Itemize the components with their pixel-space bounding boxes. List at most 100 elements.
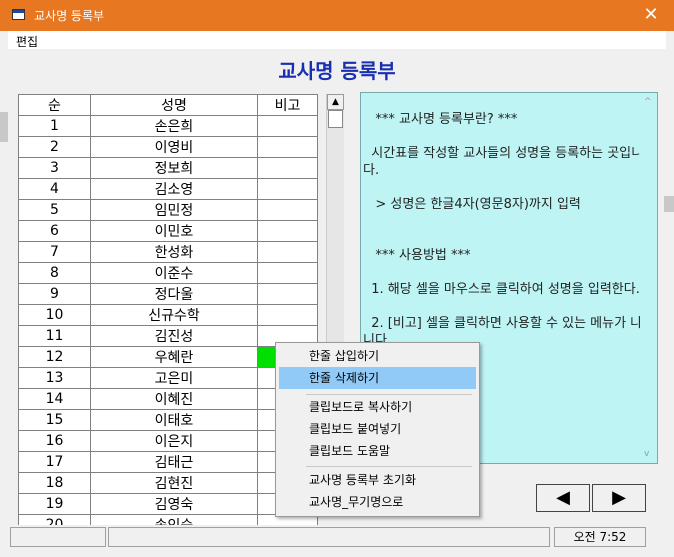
context-menu: 한줄 삽입하기 한줄 삭제하기 클립보드로 복사하기 클립보드 붙여넣기 클립보…: [275, 342, 480, 517]
column-header-name[interactable]: 성명: [90, 94, 258, 116]
note-cell[interactable]: [257, 115, 318, 137]
row-number-cell[interactable]: 5: [18, 199, 91, 221]
teacher-name-cell[interactable]: 고은미: [90, 367, 258, 389]
note-cell[interactable]: [257, 283, 318, 305]
note-cell[interactable]: [257, 199, 318, 221]
note-cell[interactable]: [257, 220, 318, 242]
table-row: 10 신규수학: [18, 304, 318, 326]
teacher-name-cell[interactable]: 김현진: [90, 472, 258, 494]
table-row: 4 김소영: [18, 178, 318, 200]
help-scrollbar[interactable]: ^ v: [640, 93, 657, 463]
teacher-name-cell[interactable]: 이은지: [90, 430, 258, 452]
table-row: 9 정다울: [18, 283, 318, 305]
menu-item-anonymize[interactable]: 교사명_무기명으로: [279, 491, 476, 513]
row-number-cell[interactable]: 10: [18, 304, 91, 326]
background-window-edge: [0, 112, 8, 142]
teacher-name-cell[interactable]: 이민호: [90, 220, 258, 242]
menu-item-delete-row[interactable]: 한줄 삭제하기: [279, 367, 476, 389]
note-cell[interactable]: [257, 157, 318, 179]
page-title: 교사명 등록부: [278, 59, 396, 83]
help-scroll-up-icon[interactable]: ^: [644, 97, 652, 107]
row-number-cell[interactable]: 19: [18, 493, 91, 515]
teacher-name-cell[interactable]: 김영숙: [90, 493, 258, 515]
teacher-name-cell[interactable]: 우혜란: [90, 346, 258, 368]
teacher-name-cell[interactable]: 한성화: [90, 241, 258, 263]
column-header-number[interactable]: 순: [18, 94, 91, 116]
table-row: 17 김태근: [18, 451, 318, 473]
menu-bar: 편집: [8, 31, 666, 49]
teacher-name-cell[interactable]: 이준수: [90, 262, 258, 284]
menu-item-clipboard-help[interactable]: 클립보드 도움말: [279, 440, 476, 462]
teacher-name-cell[interactable]: 김태근: [90, 451, 258, 473]
table-row: 5 임민정: [18, 199, 318, 221]
table-row: 2 이영비: [18, 136, 318, 158]
table-row: 7 한성화: [18, 241, 318, 263]
note-cell[interactable]: [257, 262, 318, 284]
close-button[interactable]: ✕: [636, 2, 666, 28]
row-number-cell[interactable]: 6: [18, 220, 91, 242]
teacher-name-cell[interactable]: 이혜진: [90, 388, 258, 410]
table-row: 12 우혜란: [18, 346, 318, 368]
table-row: 11 김진성: [18, 325, 318, 347]
window-icon: [12, 9, 25, 20]
row-number-cell[interactable]: 8: [18, 262, 91, 284]
table-row: 6 이민호: [18, 220, 318, 242]
row-number-cell[interactable]: 18: [18, 472, 91, 494]
row-number-cell[interactable]: 7: [18, 241, 91, 263]
row-number-cell[interactable]: 1: [18, 115, 91, 137]
background-window-edge: [664, 196, 674, 212]
scroll-thumb[interactable]: [328, 110, 343, 128]
note-cell[interactable]: [257, 304, 318, 326]
teacher-name-cell[interactable]: 김진성: [90, 325, 258, 347]
note-cell[interactable]: [257, 178, 318, 200]
row-number-cell[interactable]: 11: [18, 325, 91, 347]
help-scroll-down-icon[interactable]: v: [644, 449, 649, 459]
row-number-cell[interactable]: 15: [18, 409, 91, 431]
menu-separator: [306, 466, 472, 467]
row-number-cell[interactable]: 13: [18, 367, 91, 389]
teacher-name-cell[interactable]: 신규수학: [90, 304, 258, 326]
teacher-name-cell[interactable]: 임민정: [90, 199, 258, 221]
menu-separator: [306, 394, 472, 395]
teacher-name-cell[interactable]: 김소영: [90, 178, 258, 200]
column-header-note[interactable]: 비고: [257, 94, 318, 116]
teacher-name-cell[interactable]: 정보희: [90, 157, 258, 179]
row-number-cell[interactable]: 4: [18, 178, 91, 200]
scroll-up-arrow-icon[interactable]: ▲: [327, 94, 344, 110]
teacher-name-cell[interactable]: 이영비: [90, 136, 258, 158]
status-pane-2: [108, 527, 550, 547]
prev-button[interactable]: ◀: [536, 484, 590, 512]
row-number-cell[interactable]: 17: [18, 451, 91, 473]
teacher-grid: 순 성명 비고 1 손은희 2 이영비 3 정보희 4 김소영 5 임민정 6 이민호 7 한성화 8 이준수…: [18, 94, 318, 536]
table-row: 16 이은지: [18, 430, 318, 452]
menu-edit[interactable]: 편집: [16, 33, 38, 50]
menu-item-copy-clipboard[interactable]: 클립보드로 복사하기: [279, 396, 476, 418]
table-row: 8 이준수: [18, 262, 318, 284]
row-number-cell[interactable]: 16: [18, 430, 91, 452]
window-title: 교사명 등록부: [34, 9, 105, 23]
menu-item-paste-clipboard[interactable]: 클립보드 붙여넣기: [279, 418, 476, 440]
menu-item-reset-register[interactable]: 교사명 등록부 초기화: [279, 469, 476, 491]
status-clock: 오전 7:52: [554, 527, 646, 547]
row-number-cell[interactable]: 14: [18, 388, 91, 410]
status-pane-1: [10, 527, 106, 547]
table-row: 13 고은미: [18, 367, 318, 389]
row-number-cell[interactable]: 9: [18, 283, 91, 305]
teacher-name-cell[interactable]: 이태호: [90, 409, 258, 431]
table-row: 18 김현진: [18, 472, 318, 494]
table-row: 19 김영숙: [18, 493, 318, 515]
title-bar: 교사명 등록부 ✕: [0, 0, 674, 31]
table-row: 3 정보희: [18, 157, 318, 179]
table-row: 14 이혜진: [18, 388, 318, 410]
row-number-cell[interactable]: 3: [18, 157, 91, 179]
note-cell[interactable]: [257, 241, 318, 263]
row-number-cell[interactable]: 12: [18, 346, 91, 368]
teacher-name-cell[interactable]: 손은희: [90, 115, 258, 137]
note-cell[interactable]: [257, 136, 318, 158]
teacher-name-cell[interactable]: 정다울: [90, 283, 258, 305]
table-row: 1 손은희: [18, 115, 318, 137]
next-button[interactable]: ▶: [592, 484, 646, 512]
menu-item-insert-row[interactable]: 한줄 삽입하기: [279, 345, 476, 367]
status-bar: 오전 7:52: [8, 525, 666, 549]
row-number-cell[interactable]: 2: [18, 136, 91, 158]
